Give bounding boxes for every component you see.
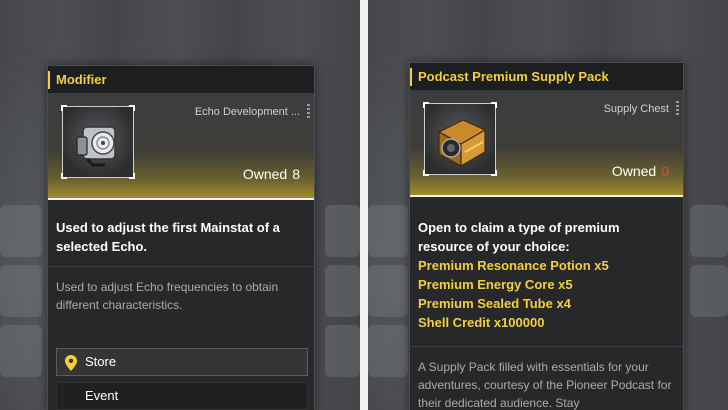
owned-label: Owned [242,166,288,182]
reward-item: Premium Sealed Tube x4 [418,296,571,311]
item-hero: Echo Development ... Owned 8 [48,94,314,200]
item-title: Modifier [48,66,314,94]
source-event-button[interactable]: Event [56,382,308,410]
source-store-button[interactable]: Store [56,348,308,376]
supply-chest-icon [437,119,487,168]
item-lore: A Supply Pack filled with essentials for… [418,360,672,410]
owned-number: 8 [292,166,300,182]
reward-item: Premium Energy Core x5 [418,277,573,292]
item-title: Podcast Premium Supply Pack [410,63,683,91]
item-description: Open to claim a type of premium resource… [418,218,673,332]
item-detail-card-modifier: Modifier Echo Development ... Owned 8 Use… [47,65,315,410]
owned-number: 0 [661,163,669,179]
owned-count: Owned 0 [612,163,669,179]
item-category: Supply Chest [603,103,669,115]
modifier-device-icon [76,126,116,167]
scroll-handle[interactable] [307,104,310,118]
section-separator [48,266,314,267]
item-icon-frame [423,102,497,176]
source-label: Event [85,388,119,403]
item-category: Echo Development ... [194,106,300,118]
scroll-handle[interactable] [676,101,679,115]
image-divider [360,0,368,410]
reward-list: Premium Resonance Potion x5 Premium Ener… [418,256,673,332]
location-pin-icon [65,355,77,371]
reward-item: Shell Credit x100000 [418,315,545,330]
item-detail-card-supply-pack: Podcast Premium Supply Pack Supply Chest… [409,62,684,410]
owned-count: Owned 8 [243,166,300,182]
description-text: Open to claim a type of premium resource… [418,220,620,254]
item-description: Used to adjust the first Mainstat of a s… [56,220,280,254]
owned-label: Owned [611,163,657,179]
section-separator [410,346,683,347]
item-hero: Supply Chest Owned 0 [410,91,683,197]
item-icon-frame [61,105,135,179]
item-lore: Used to adjust Echo frequencies to obtai… [56,280,279,312]
source-label: Store [85,354,117,369]
reward-item: Premium Resonance Potion x5 [418,258,609,273]
